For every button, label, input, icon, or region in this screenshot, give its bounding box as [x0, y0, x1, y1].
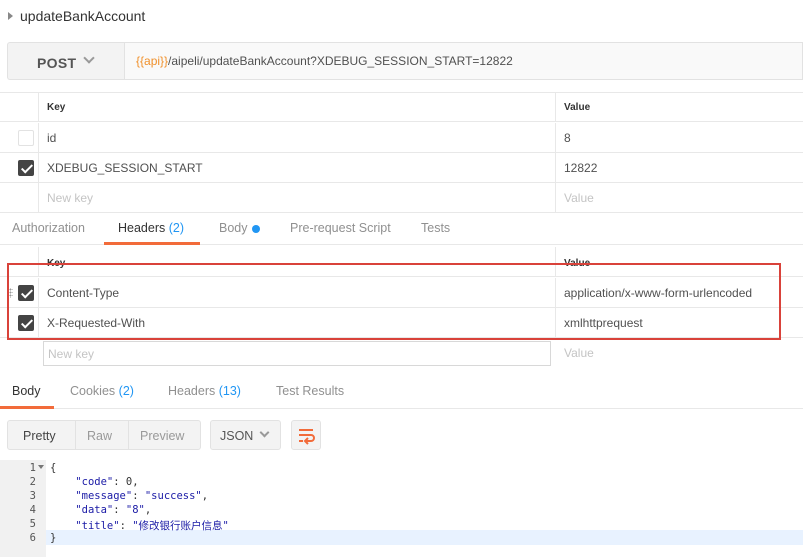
json-trail: ,: [144, 504, 152, 516]
table-row: id 8: [0, 123, 803, 153]
response-tab-cookies-label: Cookies: [70, 384, 116, 398]
new-key-input[interactable]: New key: [47, 191, 93, 205]
chevron-down-icon: [83, 52, 95, 64]
view-mode-toggle: Pretty Raw Preview: [7, 420, 201, 450]
param-value[interactable]: 8: [564, 131, 571, 145]
highlight-annotation: [7, 263, 781, 340]
response-body-editor[interactable]: 1 2 3 4 5 6 { "code": 0, "message": "suc…: [0, 460, 803, 557]
wrap-lines-button[interactable]: [291, 420, 321, 450]
cookies-count: (2): [118, 384, 134, 398]
code-line: {: [50, 462, 56, 474]
json-trail: ,: [201, 490, 209, 502]
format-label: JSON: [220, 429, 254, 443]
line-number-gutter: 1 2 3 4 5 6: [0, 460, 46, 557]
body-modified-dot-icon: [252, 225, 260, 233]
open-brace: {: [50, 462, 57, 474]
line-number: 3: [29, 490, 36, 502]
response-headers-count: (13): [218, 384, 241, 398]
json-value: "success": [144, 490, 202, 502]
tab-prerequest-script[interactable]: Pre-request Script: [290, 221, 391, 235]
new-value-input[interactable]: Value: [564, 191, 594, 205]
fold-caret-icon[interactable]: [38, 465, 44, 469]
caret-right-icon[interactable]: [8, 12, 13, 20]
tab-headers[interactable]: Headers (2): [118, 221, 184, 235]
new-header-key-placeholder: New key: [48, 347, 95, 361]
chevron-down-icon: [259, 427, 270, 438]
line-number: 5: [29, 518, 36, 530]
json-key: "message": [75, 490, 133, 502]
url-variable: {{api}}: [136, 54, 169, 68]
param-key[interactable]: XDEBUG_SESSION_START: [47, 161, 203, 175]
new-header-key-input[interactable]: New key: [43, 341, 551, 366]
pretty-button[interactable]: Pretty: [23, 429, 56, 443]
request-tabs: Authorization Headers (2) Body Pre-reque…: [0, 213, 803, 245]
code-line: "title": "修改银行账户信息": [75, 520, 229, 532]
param-key[interactable]: id: [47, 131, 56, 145]
close-brace: }: [50, 532, 57, 544]
tab-authorization[interactable]: Authorization: [12, 221, 85, 235]
code-line: }: [50, 532, 56, 544]
line-number: 6: [29, 532, 36, 544]
wrap-lines-icon: [299, 429, 315, 445]
param-checkbox[interactable]: [18, 160, 34, 176]
json-key: "data": [75, 504, 114, 516]
active-response-tab-indicator: [0, 406, 54, 409]
response-tabs: Body Cookies (2) Headers (13) Test Resul…: [0, 376, 803, 409]
params-new-row: New key Value: [0, 183, 803, 213]
code-line: "code": 0,: [75, 476, 139, 488]
params-header-row: Key Value: [0, 92, 803, 122]
response-tab-body[interactable]: Body: [12, 384, 41, 398]
json-value: "8": [125, 504, 145, 516]
line-number: 4: [29, 504, 36, 516]
response-tab-test-results[interactable]: Test Results: [276, 384, 344, 398]
json-trail: ,: [132, 476, 139, 488]
json-key: "title": [75, 520, 120, 532]
params-key-header: Key: [47, 102, 66, 113]
tab-tests[interactable]: Tests: [421, 221, 450, 235]
url-path: /aipeli/updateBankAccount?XDEBUG_SESSION…: [168, 54, 513, 68]
line-number: 1: [29, 462, 36, 474]
request-title-row[interactable]: updateBankAccount: [0, 0, 803, 34]
preview-button[interactable]: Preview: [140, 429, 184, 443]
json-key: "code": [75, 476, 114, 488]
request-name: updateBankAccount: [20, 8, 146, 24]
table-row: XDEBUG_SESSION_START 12822: [0, 153, 803, 183]
new-header-value-input[interactable]: Value: [564, 346, 594, 360]
code-line: "message": "success",: [75, 490, 209, 502]
method-dropdown[interactable]: POST: [7, 42, 124, 80]
format-select[interactable]: JSON: [210, 420, 281, 450]
code-line: "data": "8",: [75, 504, 152, 516]
param-value[interactable]: 12822: [564, 161, 597, 175]
url-text: {{api}}/aipeli/updateBankAccount?XDEBUG_…: [136, 54, 513, 68]
params-value-header: Value: [564, 102, 591, 113]
json-value: "修改银行账户信息": [132, 520, 229, 532]
tab-body[interactable]: Body: [219, 221, 248, 235]
headers-count: (2): [168, 221, 185, 235]
method-label: POST: [37, 55, 77, 71]
active-tab-indicator: [104, 242, 200, 245]
divider: [128, 421, 129, 449]
line-number: 2: [29, 476, 36, 488]
response-tab-headers-label: Headers: [168, 384, 216, 398]
param-checkbox[interactable]: [18, 130, 34, 146]
tab-headers-label: Headers: [118, 221, 166, 235]
divider: [75, 421, 76, 449]
raw-button[interactable]: Raw: [87, 429, 112, 443]
url-input[interactable]: {{api}}/aipeli/updateBankAccount?XDEBUG_…: [124, 42, 803, 80]
response-tab-headers[interactable]: Headers (13): [168, 384, 241, 398]
response-tab-cookies[interactable]: Cookies (2): [70, 384, 134, 398]
